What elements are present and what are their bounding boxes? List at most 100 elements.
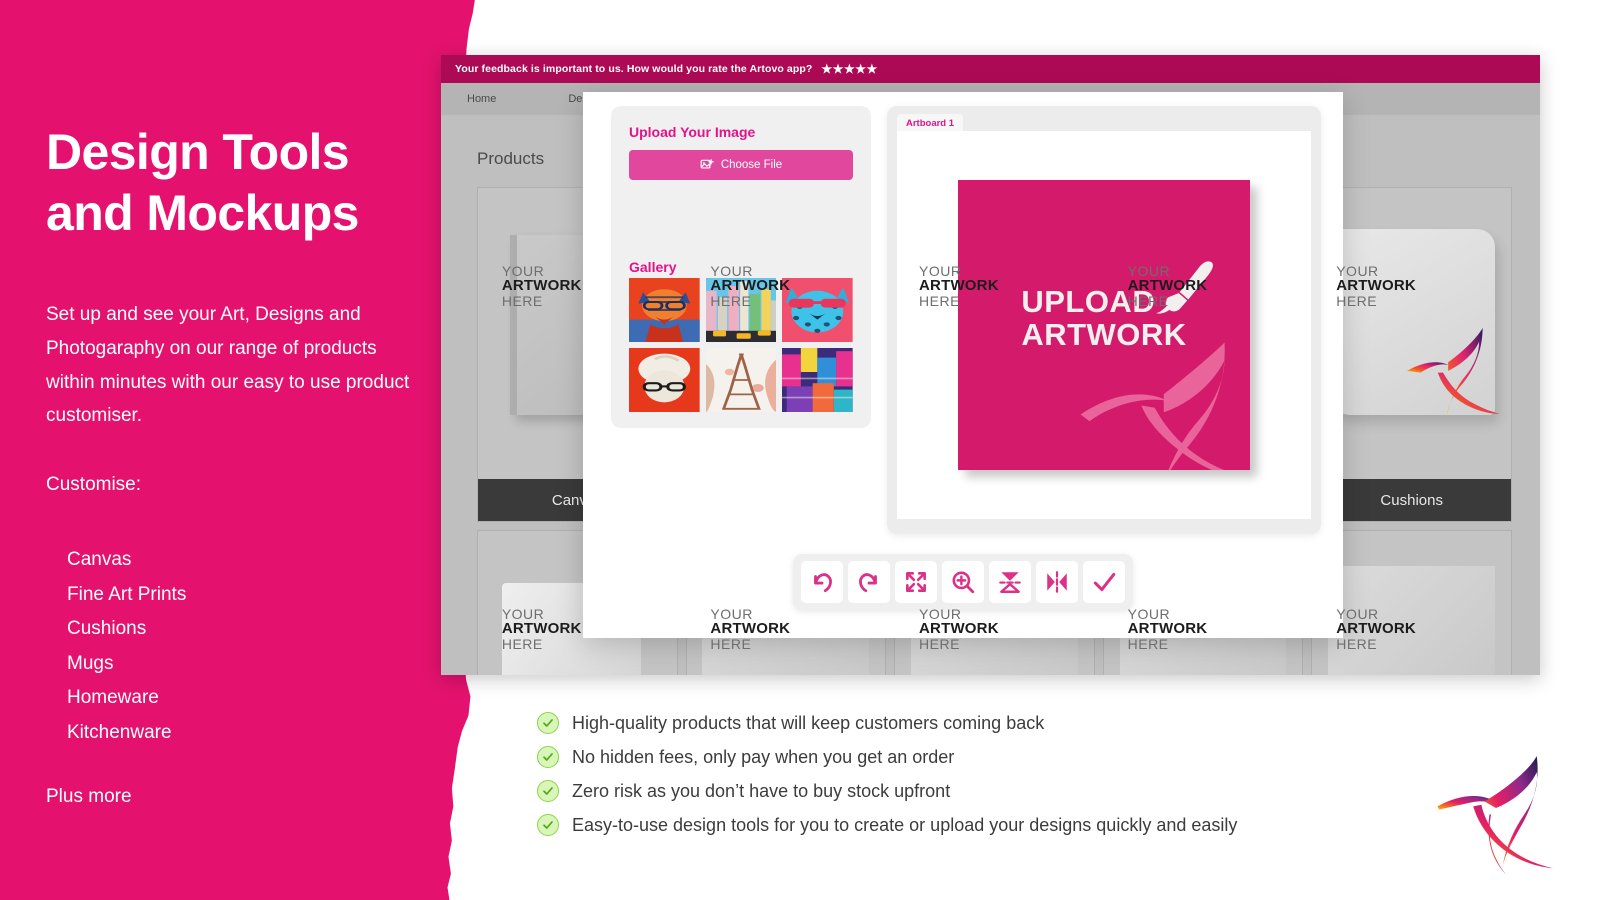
check-circle-icon bbox=[537, 814, 559, 836]
gallery-thumb-eiffel-tower-watercolour[interactable] bbox=[705, 348, 777, 412]
check-circle-icon bbox=[537, 712, 559, 734]
zoom-in-icon bbox=[952, 571, 975, 594]
nav-item-home[interactable]: Home bbox=[451, 93, 512, 105]
benefit-text: Easy-to-use design tools for you to crea… bbox=[572, 814, 1238, 835]
artwork-placeholder-line3: HERE bbox=[1336, 636, 1378, 653]
artwork-placeholder-line3: HERE bbox=[919, 293, 960, 310]
redo-icon bbox=[859, 573, 877, 593]
plus-more-label: Plus more bbox=[46, 786, 132, 807]
editor-toolbar bbox=[793, 554, 1133, 610]
flip-horizontal-icon bbox=[1047, 571, 1067, 593]
design-editor-modal: Upload Your Image Choose File Gallery Ar… bbox=[583, 92, 1343, 638]
artwork-placeholder-line1: YOUR bbox=[919, 605, 962, 622]
list-item: Easy-to-use design tools for you to crea… bbox=[537, 814, 1237, 836]
artwork-placeholder-line2: ARTWORK bbox=[501, 277, 582, 295]
rating-stars[interactable]: ★★★★★ bbox=[821, 62, 877, 76]
artwork-placeholder-line3: HERE bbox=[1127, 293, 1169, 310]
artwork-placeholder-line3: HERE bbox=[710, 636, 752, 653]
artwork-placeholder-line2: ARTWORK bbox=[1336, 620, 1416, 638]
zoom-in-button[interactable] bbox=[942, 561, 984, 603]
products-heading: Products bbox=[477, 149, 545, 168]
list-item: High-quality products that will keep cus… bbox=[537, 712, 1237, 734]
apply-button[interactable] bbox=[1083, 561, 1125, 603]
benefits-list: High-quality products that will keep cus… bbox=[537, 712, 1237, 836]
list-item: Zero risk as you don’t have to buy stock… bbox=[537, 780, 1237, 802]
feedback-message: Your feedback is important to us. How wo… bbox=[455, 63, 813, 75]
choose-file-label: Choose File bbox=[720, 159, 783, 171]
undo-icon bbox=[814, 573, 832, 593]
artwork-placeholder: YOUR ARTWORK HERE bbox=[1336, 606, 1416, 653]
artwork-placeholder-line2: ARTWORK bbox=[1127, 620, 1208, 638]
hero-panel: Design Tools and Mockups Set up and see … bbox=[0, 0, 475, 900]
check-circle-icon bbox=[537, 780, 559, 802]
gallery-heading: Gallery bbox=[629, 259, 677, 275]
gallery-thumb-abstract-city-collage[interactable] bbox=[782, 348, 853, 412]
artwork-placeholder-line3: HERE bbox=[710, 293, 752, 310]
artwork-placeholder-line2: ARTWORK bbox=[919, 277, 999, 295]
customisable-product-list: Canvas Fine Art Prints Cushions Mugs Hom… bbox=[67, 543, 186, 750]
artwork-placeholder-line1: YOUR bbox=[501, 605, 545, 622]
artwork-placeholder-line2: ARTWORK bbox=[1336, 277, 1416, 295]
list-item: Canvas bbox=[67, 549, 132, 570]
list-item: Mugs bbox=[67, 652, 114, 674]
page-title: Design Tools and Mockups bbox=[46, 122, 456, 244]
flip-horizontal-button[interactable] bbox=[1036, 561, 1078, 603]
artwork-placeholder-line1: YOUR bbox=[1127, 262, 1171, 279]
artwork-placeholder-line1: YOUR bbox=[1336, 262, 1379, 279]
redo-button[interactable] bbox=[848, 561, 890, 603]
artwork-placeholder: YOUR ARTWORK HERE bbox=[710, 605, 791, 653]
artwork-placeholder-line1: YOUR bbox=[1127, 605, 1171, 622]
image-plus-icon bbox=[700, 159, 714, 169]
artboard-panel: Artboard 1 UPLOAD ARTWORK bbox=[887, 106, 1321, 534]
gallery-thumb-blue-leopard-sunglasses[interactable] bbox=[782, 278, 853, 342]
list-item: Fine Art Prints bbox=[67, 583, 187, 605]
artwork-placeholder-line1: YOUR bbox=[710, 262, 753, 279]
hero-description: Set up and see your Art, Designs and Pho… bbox=[46, 304, 410, 427]
list-item: Kitchenware bbox=[67, 721, 172, 743]
artwork-placeholder-line2: ARTWORK bbox=[919, 620, 999, 638]
artwork-placeholder-line2: ARTWORK bbox=[710, 620, 791, 638]
artwork-placeholder-line2: ARTWORK bbox=[1127, 277, 1208, 295]
list-item: Homeware bbox=[67, 687, 159, 709]
artwork-placeholder: YOUR ARTWORK HERE bbox=[1336, 262, 1416, 310]
list-item: No hidden fees, only pay when you get an… bbox=[537, 746, 1237, 768]
artwork-placeholder: YOUR ARTWORK HERE bbox=[1127, 262, 1208, 310]
artwork-placeholder: YOUR ARTWORK HERE bbox=[501, 605, 582, 653]
artwork-placeholder-line3: HERE bbox=[919, 636, 960, 653]
flip-vertical-button[interactable] bbox=[989, 561, 1031, 603]
list-item: Cushions bbox=[67, 618, 147, 640]
flip-vertical-icon bbox=[999, 572, 1021, 593]
artwork-placeholder-line1: YOUR bbox=[710, 605, 753, 622]
artwork-canvas[interactable]: UPLOAD ARTWORK bbox=[958, 180, 1250, 470]
artwork-placeholder-line3: HERE bbox=[501, 636, 543, 653]
slide-root: Design Tools and Mockups Set up and see … bbox=[0, 0, 1600, 900]
check-circle-icon bbox=[537, 746, 559, 768]
choose-file-button[interactable]: Choose File bbox=[629, 150, 853, 180]
page-title-line2: and Mockups bbox=[46, 185, 359, 241]
page-title-line1: Design Tools bbox=[46, 124, 350, 180]
artwork-placeholder: YOUR ARTWORK HERE bbox=[710, 262, 791, 310]
artwork-placeholder: YOUR ARTWORK HERE bbox=[919, 605, 999, 653]
artwork-placeholder-line1: YOUR bbox=[501, 262, 545, 279]
artboard-sheet[interactable]: UPLOAD ARTWORK bbox=[897, 131, 1311, 519]
artwork-placeholder-line2: ARTWORK bbox=[501, 620, 582, 638]
hummingbird-icon bbox=[1406, 327, 1500, 418]
hummingbird-watermark-icon bbox=[1080, 342, 1225, 470]
benefit-text: No hidden fees, only pay when you get an… bbox=[572, 746, 955, 767]
artwork-placeholder-line1: YOUR bbox=[919, 262, 962, 279]
check-icon bbox=[1093, 572, 1116, 592]
gallery-thumb-portrait-on-red[interactable] bbox=[629, 348, 700, 412]
expand-arrows-icon bbox=[906, 572, 926, 592]
artwork-placeholder-line2: ARTWORK bbox=[710, 277, 791, 295]
customise-label: Customise: bbox=[46, 474, 142, 495]
artwork-placeholder: YOUR ARTWORK HERE bbox=[1127, 605, 1208, 653]
benefit-text: Zero risk as you don’t have to buy stock… bbox=[572, 780, 951, 801]
gallery-thumb-tiger-in-glasses[interactable] bbox=[629, 278, 700, 342]
fit-to-screen-button[interactable] bbox=[895, 561, 937, 603]
benefit-text: High-quality products that will keep cus… bbox=[572, 712, 1045, 733]
undo-button[interactable] bbox=[801, 561, 843, 603]
artwork-placeholder: YOUR ARTWORK HERE bbox=[501, 262, 582, 310]
artwork-placeholder-line3: HERE bbox=[1336, 293, 1378, 310]
artwork-placeholder-line3: HERE bbox=[1127, 636, 1169, 653]
artwork-placeholder-line3: HERE bbox=[501, 293, 543, 310]
